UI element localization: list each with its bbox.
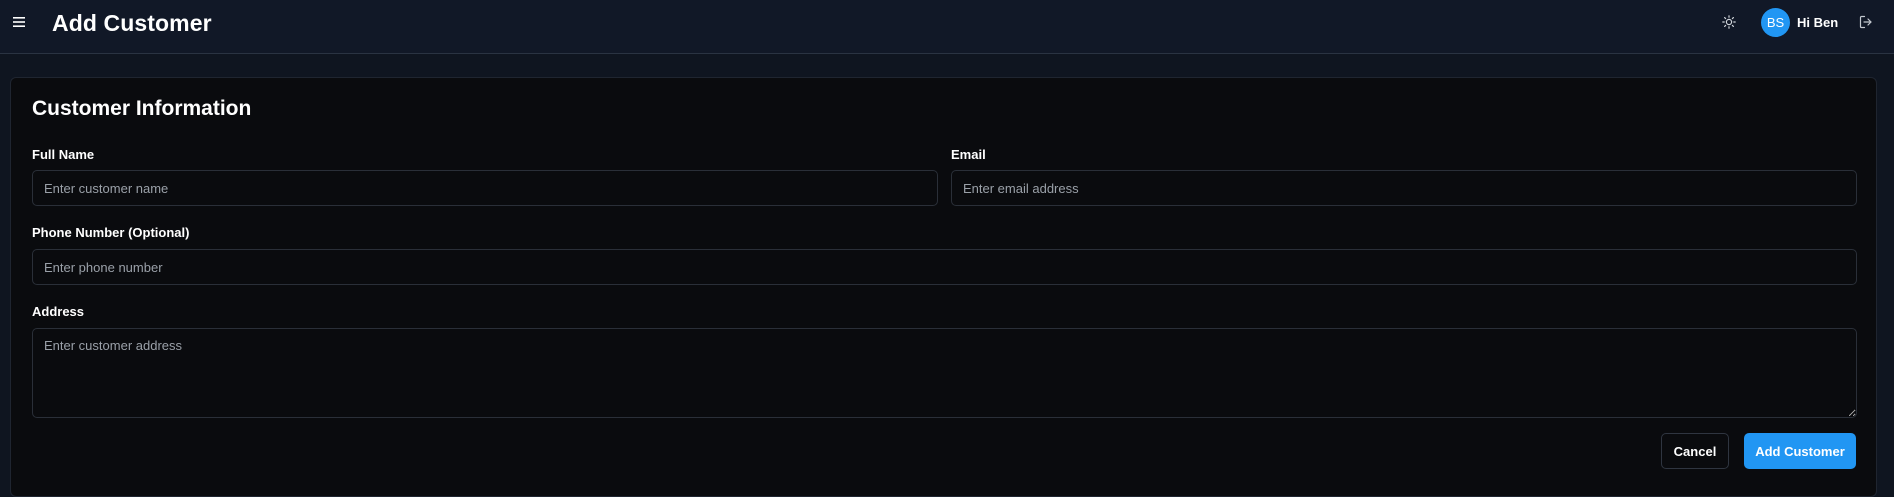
customer-form-card: Customer Information Full Name Email Pho… [10, 77, 1877, 497]
cancel-button[interactable]: Cancel [1661, 433, 1729, 469]
address-textarea[interactable] [32, 328, 1857, 418]
phone-input[interactable] [32, 249, 1857, 285]
phone-label: Phone Number (Optional) [32, 225, 190, 240]
page-title: Add Customer [52, 10, 212, 36]
top-bar: Add Customer BS Hi Ben [0, 0, 1894, 54]
sun-icon[interactable] [1720, 13, 1738, 31]
hamburger-menu-icon[interactable] [10, 12, 28, 32]
email-input[interactable] [951, 170, 1857, 206]
full-name-input[interactable] [32, 170, 938, 206]
form-title: Customer Information [32, 97, 252, 120]
email-label: Email [951, 147, 986, 162]
address-label: Address [32, 304, 85, 319]
avatar[interactable]: BS [1761, 8, 1790, 37]
logout-icon[interactable] [1857, 13, 1875, 31]
user-greeting: Hi Ben [1797, 15, 1839, 30]
add-customer-button[interactable]: Add Customer [1744, 433, 1856, 469]
full-name-label: Full Name [32, 147, 95, 162]
